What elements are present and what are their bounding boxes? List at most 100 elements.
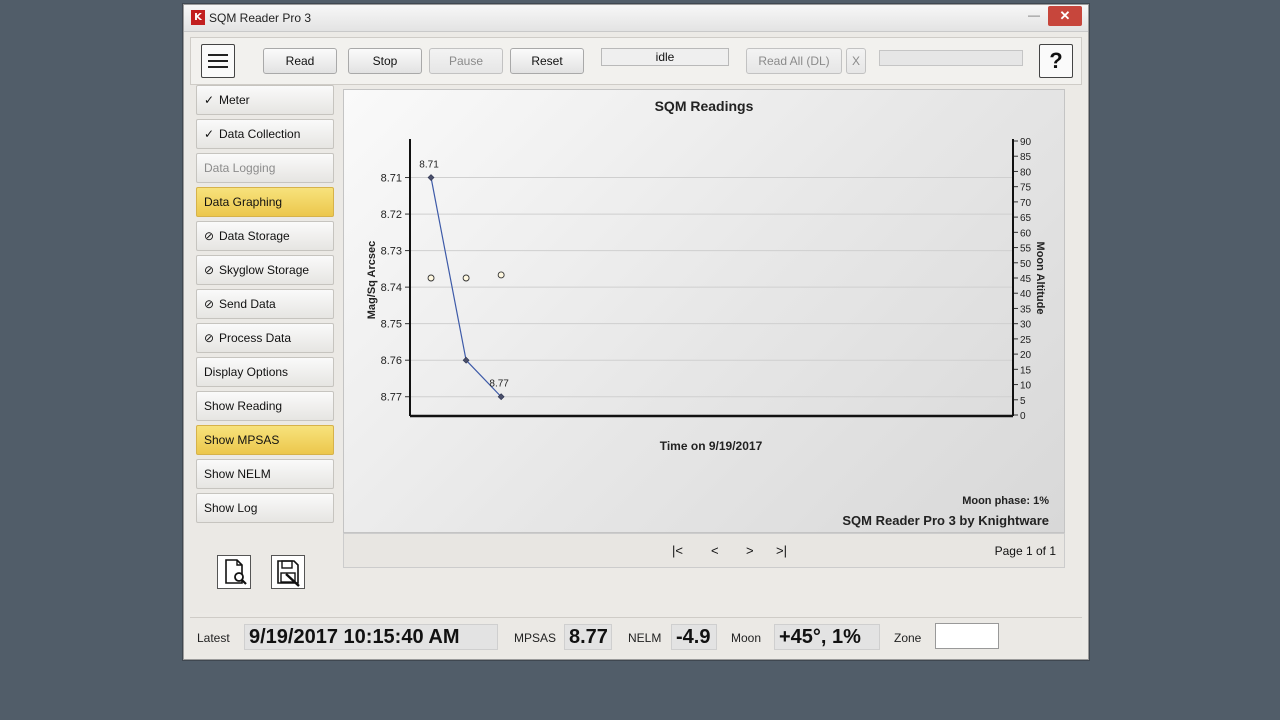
- toolbar: Read Stop Pause Reset idle Read All (DL)…: [190, 37, 1082, 85]
- minimize-icon: —: [1028, 8, 1040, 22]
- sidebar-item-label: Process Data: [219, 331, 292, 345]
- download-progress-bar: [879, 50, 1023, 66]
- y-tick-label: 8.76: [381, 355, 402, 367]
- check-circle-icon: ✓: [204, 127, 215, 141]
- sidebar-item-show-reading[interactable]: Show Reading: [196, 391, 334, 421]
- cancel-download-button[interactable]: X: [846, 48, 866, 74]
- sidebar-item-label: Data Storage: [219, 229, 290, 243]
- window-title: SQM Reader Pro 3: [209, 11, 312, 25]
- no-entry-icon: ⊘: [204, 263, 215, 277]
- y2-tick-label: 10: [1020, 381, 1032, 392]
- page-info: Page 1 of 1: [994, 544, 1056, 558]
- read-button[interactable]: Read: [263, 48, 337, 74]
- sidebar-item-label: Display Options: [204, 365, 289, 379]
- floppy-disk-icon: [277, 560, 300, 587]
- close-button[interactable]: ✕: [1048, 6, 1082, 26]
- save-file-button[interactable]: [271, 555, 305, 589]
- pause-button[interactable]: Pause: [429, 48, 503, 74]
- hamburger-icon: [208, 54, 228, 56]
- sidebar-item-label: Meter: [219, 93, 250, 107]
- open-file-button[interactable]: [217, 555, 251, 589]
- sidebar-item-meter[interactable]: ✓ Meter: [196, 85, 334, 115]
- stop-button[interactable]: Stop: [348, 48, 422, 74]
- y2-tick-label: 25: [1020, 335, 1032, 346]
- moon-altitude-point: [427, 274, 435, 282]
- sqm-data-label: 8.71: [419, 160, 439, 171]
- minimize-button[interactable]: —: [1022, 7, 1046, 25]
- y2-tick-label: 75: [1020, 183, 1032, 194]
- last-page-button[interactable]: >|: [776, 543, 787, 558]
- y2-tick-label: 60: [1020, 228, 1032, 239]
- status-field: idle: [601, 48, 729, 66]
- sidebar-item-label: Data Collection: [219, 127, 301, 141]
- y2-tick-label: 0: [1020, 411, 1026, 422]
- first-page-button[interactable]: |<: [672, 543, 683, 558]
- help-button[interactable]: ?: [1039, 44, 1073, 78]
- sidebar: ✓ Meter ✓ Data Collection Data Logging Dat…: [190, 85, 340, 613]
- no-entry-icon: ⊘: [204, 229, 215, 243]
- sidebar-item-show-log[interactable]: Show Log: [196, 493, 334, 523]
- sidebar-item-label: Show MPSAS: [204, 433, 280, 447]
- zone-input[interactable]: [935, 623, 999, 649]
- y2-tick-label: 45: [1020, 274, 1032, 285]
- y2-tick-label: 35: [1020, 304, 1032, 315]
- sidebar-item-data-storage[interactable]: ⊘ Data Storage: [196, 221, 334, 251]
- sqm-data-label: 8.77: [489, 379, 509, 390]
- y2-tick-label: 70: [1020, 198, 1032, 209]
- next-page-button[interactable]: >: [746, 543, 754, 558]
- nelm-value: -4.9: [671, 624, 717, 650]
- sidebar-item-show-nelm[interactable]: Show NELM: [196, 459, 334, 489]
- y-tick-label: 8.73: [381, 246, 402, 258]
- sidebar-item-data-logging[interactable]: Data Logging: [196, 153, 334, 183]
- latest-value: 9/19/2017 10:15:40 AM: [244, 624, 498, 650]
- latest-label: Latest: [197, 631, 230, 645]
- sidebar-item-display-options[interactable]: Display Options: [196, 357, 334, 387]
- hamburger-icon-line: [208, 66, 228, 68]
- sidebar-item-label: Data Logging: [204, 161, 276, 175]
- title-bar[interactable]: K SQM Reader Pro 3 — ✕: [184, 5, 1088, 32]
- mpsas-value: 8.77: [564, 624, 612, 650]
- no-entry-icon: ⊘: [204, 297, 215, 311]
- moon-phase-label: Moon phase: 1%: [962, 495, 1049, 507]
- y2-tick-label: 85: [1020, 152, 1032, 163]
- y-tick-label: 8.74: [381, 282, 402, 294]
- y2-tick-label: 40: [1020, 289, 1032, 300]
- chart-series: 8.71 8.77: [419, 160, 509, 401]
- y2-axis-label: Moon Altitude: [1034, 242, 1046, 315]
- sidebar-item-data-graphing[interactable]: Data Graphing: [196, 187, 334, 217]
- x-axis-label: Time on 9/19/2017: [660, 439, 763, 453]
- y2-tick-label: 80: [1020, 167, 1032, 178]
- y2-tick-label: 65: [1020, 213, 1032, 224]
- sidebar-item-data-collection[interactable]: ✓ Data Collection: [196, 119, 334, 149]
- y-tick-label: 8.71: [381, 173, 402, 185]
- sidebar-item-send-data[interactable]: ⊘ Send Data: [196, 289, 334, 319]
- sidebar-item-label: Data Graphing: [204, 195, 283, 209]
- sidebar-item-label: Show Log: [204, 501, 258, 515]
- y-tick-label: 8.77: [381, 392, 402, 404]
- y2-tick-label: 20: [1020, 350, 1032, 361]
- sidebar-item-skyglow-storage[interactable]: ⊘ Skyglow Storage: [196, 255, 334, 285]
- chart-axes: [405, 139, 1018, 418]
- page-navigation: |< < > >| Page 1 of 1: [343, 533, 1065, 568]
- hamburger-menu-button[interactable]: [201, 44, 235, 78]
- grid-lines: [410, 177, 1013, 398]
- read-all-button[interactable]: Read All (DL): [746, 48, 842, 74]
- sidebar-item-process-data[interactable]: ⊘ Process Data: [196, 323, 334, 353]
- zone-label: Zone: [894, 631, 922, 645]
- prev-page-button[interactable]: <: [711, 543, 719, 558]
- y2-tick-label: 55: [1020, 244, 1032, 255]
- close-icon: ✕: [1059, 8, 1071, 23]
- nelm-label: NELM: [628, 631, 662, 645]
- sqm-readings-chart: 8.71 8.72 8.73 8.74 8.75 8.76 8.77 0 5 10 15 20 25 30…: [366, 137, 1049, 528]
- sidebar-item-label: Show NELM: [204, 467, 271, 481]
- moon-label: Moon: [731, 631, 762, 645]
- moon-altitude-point: [497, 271, 505, 279]
- sidebar-item-label: Show Reading: [204, 399, 283, 413]
- app-window: K SQM Reader Pro 3 — ✕ Read Stop Pause R…: [183, 4, 1089, 660]
- moon-value: +45°, 1%: [774, 624, 880, 650]
- status-bar: Latest 9/19/2017 10:15:40 AM MPSAS 8.77 …: [190, 617, 1082, 656]
- sidebar-item-show-mpsas[interactable]: Show MPSAS: [196, 425, 334, 455]
- reset-button[interactable]: Reset: [510, 48, 584, 74]
- y2-tick-label: 90: [1020, 137, 1032, 148]
- tick-labels: 8.71 8.72 8.73 8.74 8.75 8.76 8.77 0 5 10 15 20 25 30…: [381, 137, 1032, 422]
